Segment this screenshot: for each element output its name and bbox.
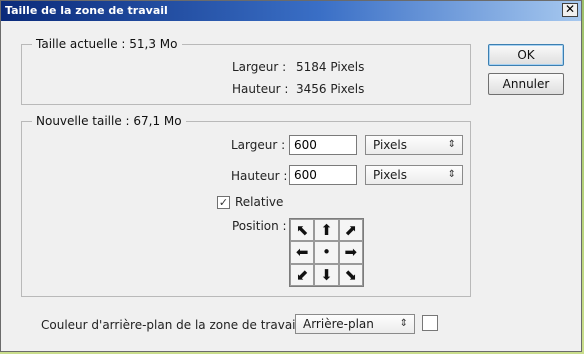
arrow-down-icon: ⬇ [320, 265, 333, 284]
close-icon: ✕ [564, 2, 576, 16]
arrow-up-left-icon: ⬉ [295, 221, 309, 240]
current-width-value: 5184 Pixels [296, 60, 365, 74]
close-button[interactable]: ✕ [562, 3, 578, 17]
height-unit-value: Pixels [373, 168, 408, 182]
width-unit-value: Pixels [373, 138, 408, 152]
center-dot-icon: • [322, 243, 331, 262]
anchor-bottom-left[interactable]: ⬋ [290, 263, 315, 286]
arrow-right-icon: ➡ [344, 243, 358, 262]
current-width-label: Largeur : [232, 60, 287, 74]
background-color-label: Couleur d'arrière-plan de la zone de tra… [41, 318, 307, 332]
arrow-down-right-icon: ⬊ [344, 265, 358, 284]
anchor-center[interactable]: • [314, 241, 339, 264]
arrow-up-right-icon: ⬈ [344, 221, 358, 240]
anchor-left[interactable]: ⬅ [290, 241, 315, 264]
ok-button[interactable]: OK [488, 44, 564, 66]
anchor-grid: ⬉ ⬆ ⬈ ⬅ • ➡ ⬋ ⬇ ⬊ [289, 218, 364, 287]
height-unit-select[interactable]: Pixels ⇕ [365, 165, 463, 185]
new-size-legend: Nouvelle taille : 67,1 Mo [36, 114, 182, 128]
anchor-top[interactable]: ⬆ [314, 219, 339, 242]
select-arrows-icon: ⇕ [447, 139, 456, 150]
canvas-size-dialog: Taille de la zone de travail ✕ Taille ac… [0, 0, 582, 352]
relative-label: Relative [235, 195, 284, 209]
anchor-top-right[interactable]: ⬈ [338, 219, 363, 242]
current-size-legend: Taille actuelle : 51,3 Mo [36, 37, 178, 51]
width-unit-select[interactable]: Pixels ⇕ [365, 135, 463, 155]
anchor-right[interactable]: ➡ [338, 241, 363, 264]
position-label: Position : [232, 219, 287, 233]
anchor-bottom-right[interactable]: ⬊ [338, 263, 363, 286]
current-height-label: Hauteur : [232, 82, 289, 96]
new-width-label: Largeur : [231, 138, 286, 152]
background-color-select[interactable]: Arrière-plan ⇕ [295, 314, 415, 334]
arrow-up-icon: ⬆ [320, 221, 333, 240]
title-bar: Taille de la zone de travail ✕ [1, 1, 581, 21]
select-arrows-icon: ⇕ [447, 169, 456, 180]
current-height-value: 3456 Pixels [296, 82, 365, 96]
relative-checkbox[interactable]: ✓ [217, 196, 230, 209]
cancel-button[interactable]: Annuler [488, 73, 564, 95]
new-height-label: Hauteur : [231, 169, 288, 183]
background-color-swatch[interactable] [422, 315, 438, 331]
new-height-input[interactable] [289, 165, 357, 185]
anchor-top-left[interactable]: ⬉ [290, 219, 315, 242]
select-arrows-icon: ⇕ [399, 318, 408, 329]
checkmark-icon: ✓ [218, 196, 229, 209]
arrow-down-left-icon: ⬋ [295, 265, 309, 284]
arrow-left-icon: ⬅ [295, 243, 309, 262]
new-width-input[interactable] [289, 135, 357, 155]
anchor-bottom[interactable]: ⬇ [314, 263, 339, 286]
background-color-value: Arrière-plan [303, 317, 374, 331]
window-title: Taille de la zone de travail [5, 4, 168, 17]
